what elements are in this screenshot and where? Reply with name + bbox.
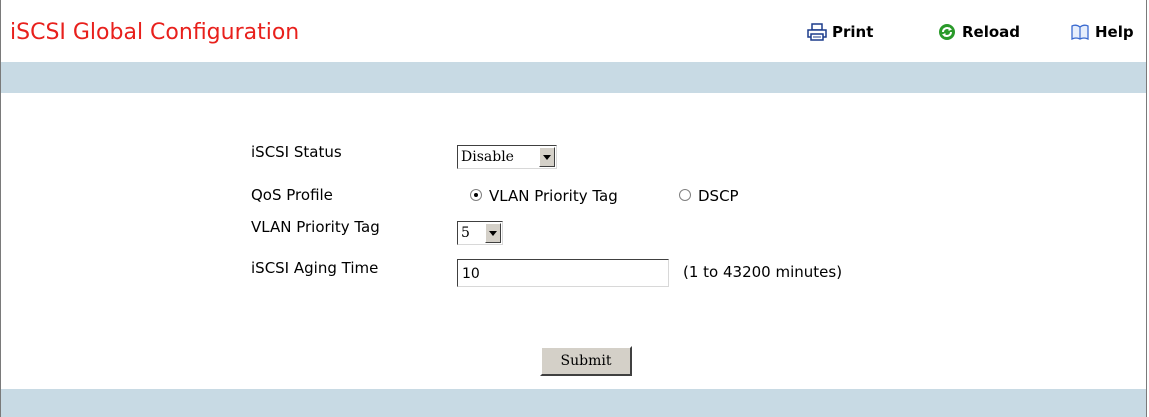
reload-button[interactable]: Reload <box>937 23 1020 41</box>
qos-vlan-radio-label: VLAN Priority Tag <box>489 187 618 205</box>
vlan-priority-tag-label: VLAN Priority Tag <box>251 218 380 236</box>
vlan-priority-tag-select[interactable]: 5 <box>457 221 503 245</box>
help-button[interactable]: Help <box>1070 23 1134 41</box>
chevron-down-icon[interactable] <box>485 223 501 243</box>
reload-icon <box>937 23 957 41</box>
qos-vlan-radio[interactable] <box>470 189 482 201</box>
print-button[interactable]: Print <box>807 23 873 41</box>
iscsi-status-value: Disable <box>461 149 514 165</box>
aging-time-range-hint: (1 to 43200 minutes) <box>683 263 843 281</box>
footer-band <box>1 389 1146 417</box>
iscsi-status-label: iSCSI Status <box>251 143 342 161</box>
header-band <box>1 62 1146 93</box>
chevron-down-icon[interactable] <box>539 147 555 167</box>
qos-profile-label: QoS Profile <box>251 186 333 204</box>
aging-time-input[interactable]: 10 <box>457 259 669 287</box>
help-label: Help <box>1095 23 1134 41</box>
aging-time-label: iSCSI Aging Time <box>251 259 379 277</box>
vlan-priority-tag-value: 5 <box>461 225 470 241</box>
qos-dscp-radio[interactable] <box>679 189 691 201</box>
page: iSCSI Global Configuration Print Reload … <box>0 0 1147 417</box>
qos-dscp-radio-label: DSCP <box>698 187 739 205</box>
iscsi-status-select[interactable]: Disable <box>457 145 557 169</box>
reload-label: Reload <box>962 23 1021 41</box>
printer-icon <box>807 23 827 41</box>
header: iSCSI Global Configuration Print Reload … <box>1 0 1146 62</box>
submit-button[interactable]: Submit <box>540 346 632 376</box>
print-label: Print <box>832 23 874 41</box>
help-book-icon <box>1070 23 1090 41</box>
page-title: iSCSI Global Configuration <box>10 20 300 45</box>
